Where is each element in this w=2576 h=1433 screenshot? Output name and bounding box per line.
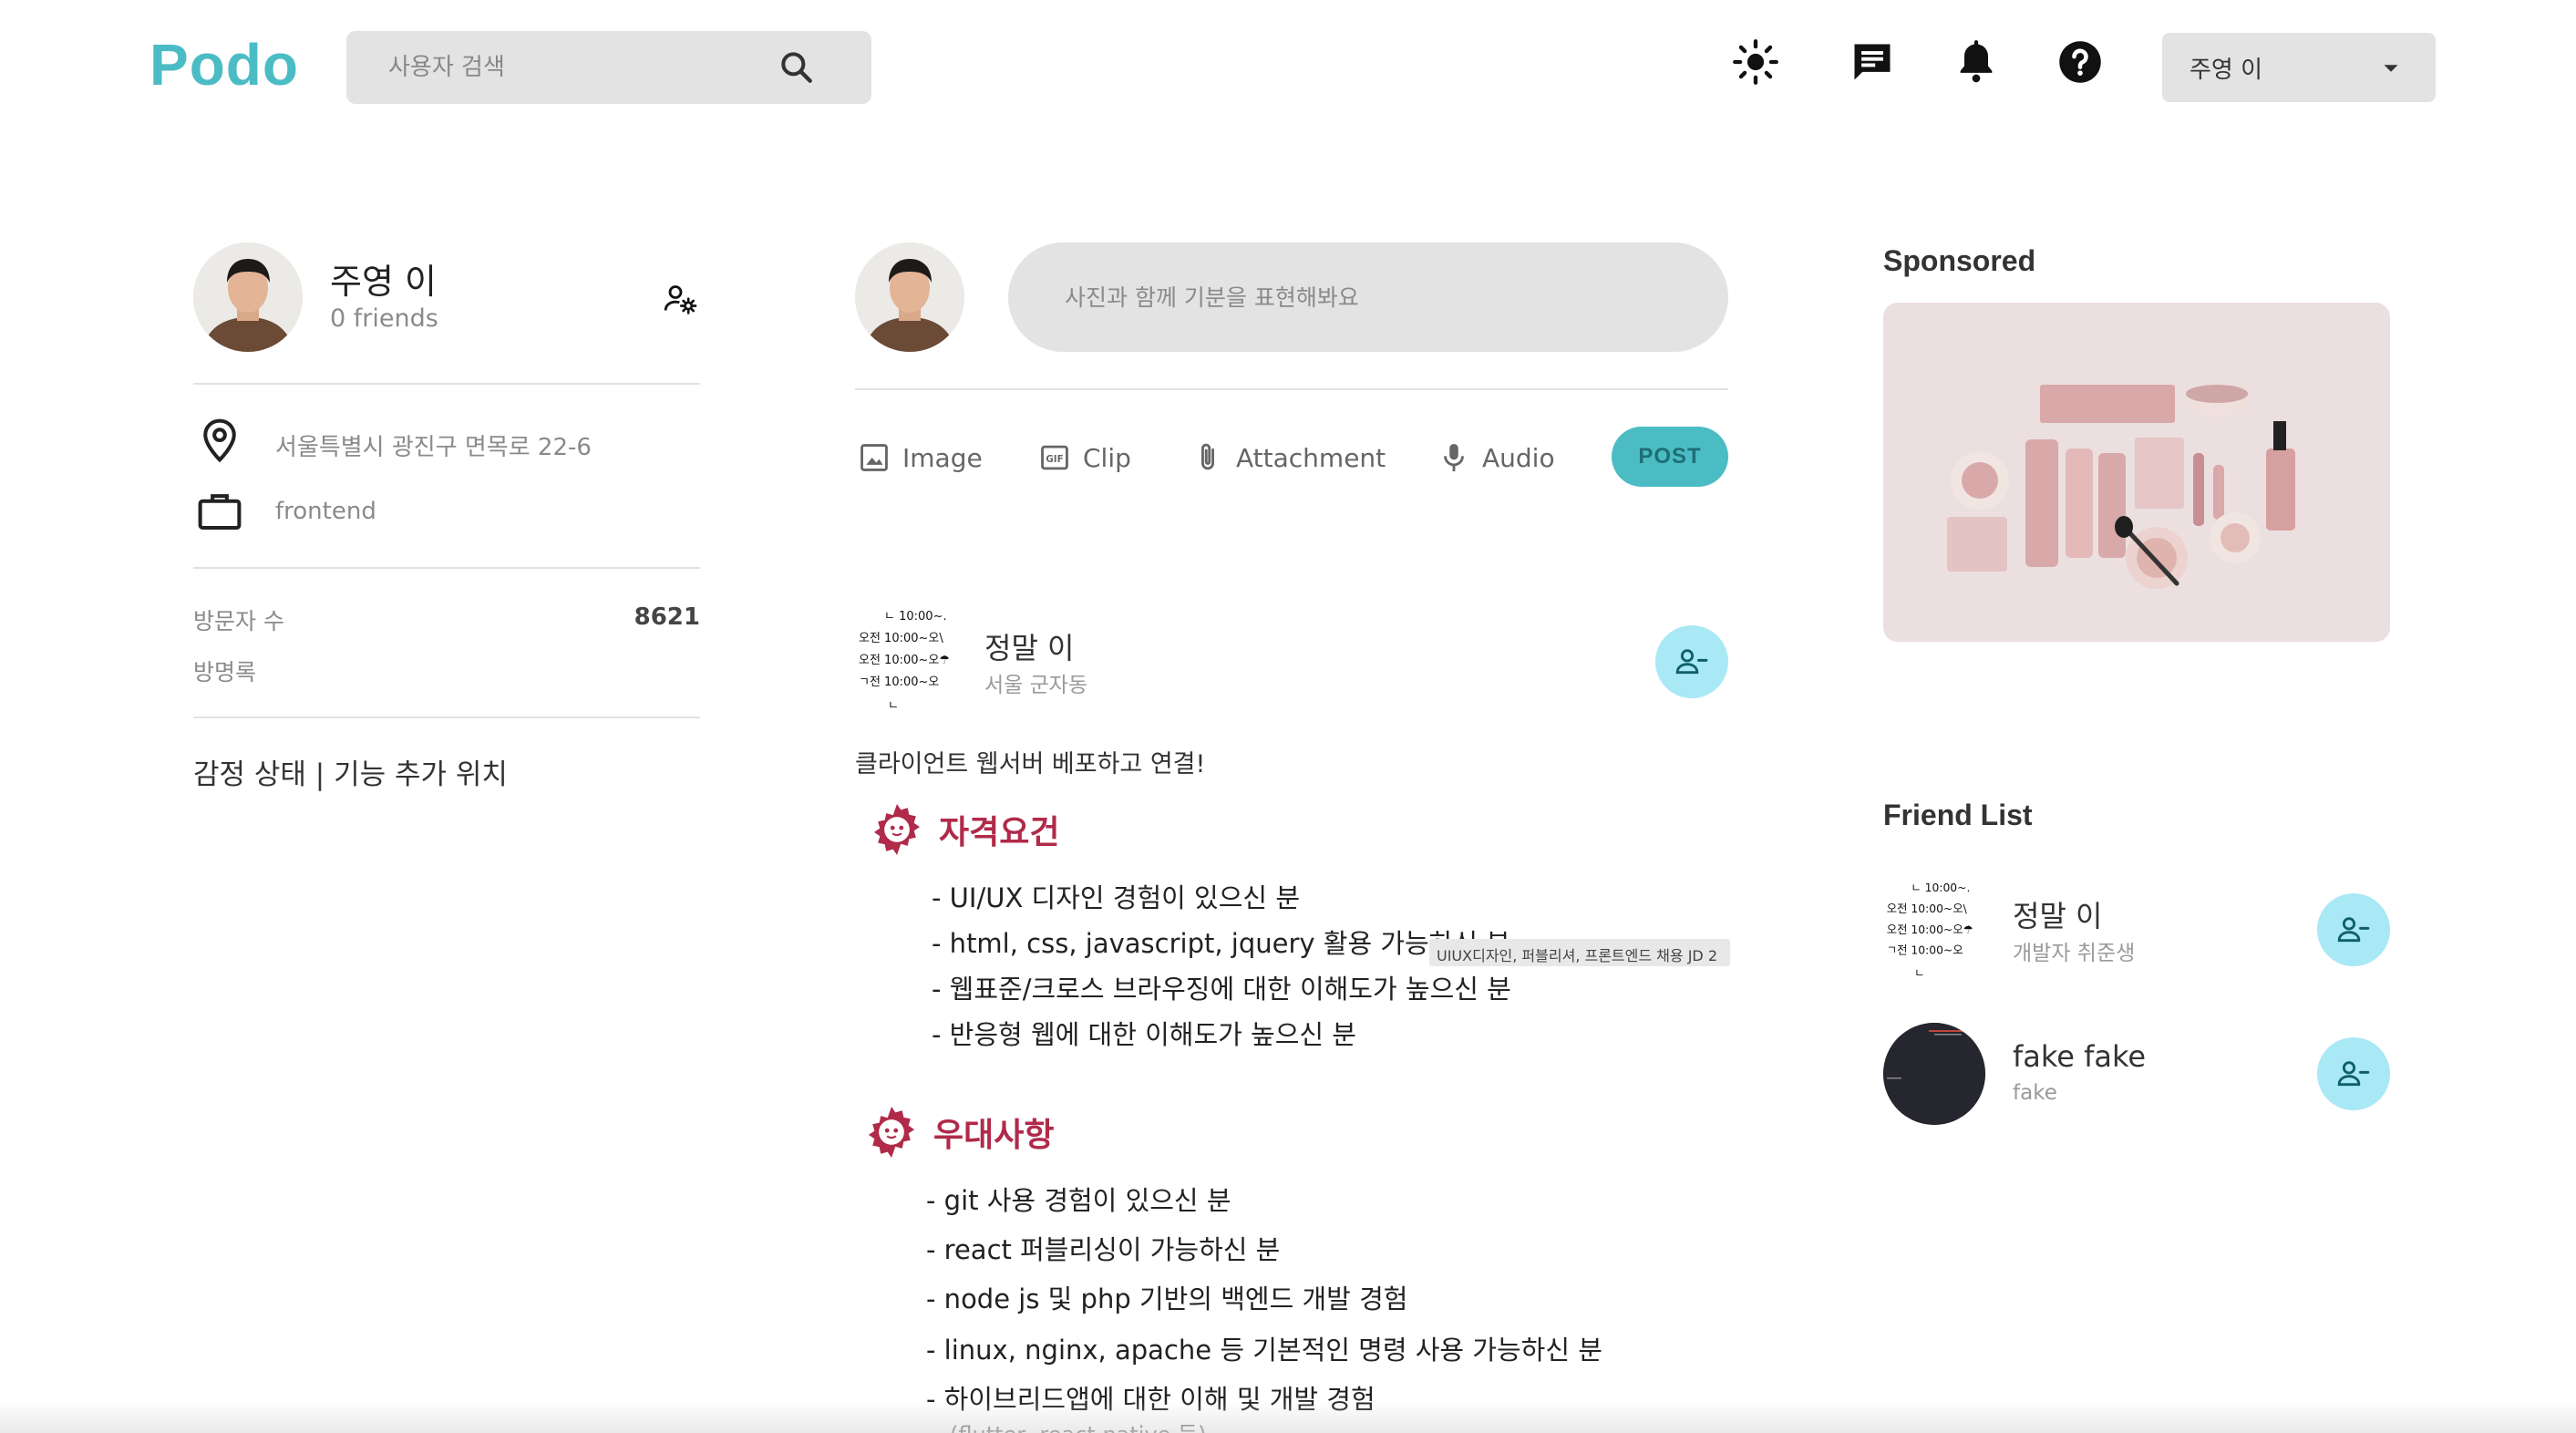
friend-avatar[interactable]: ㄴ 10:00~. 오전 10:00~오\ 오전 10:00~오☂ ㄱ전 10:…: [1883, 879, 1985, 981]
visitors-label: 방문자 수: [193, 608, 284, 634]
profile-divider-1: [193, 383, 700, 385]
profile-divider-2: [193, 567, 700, 569]
compose-avatar[interactable]: [855, 242, 964, 352]
app-logo[interactable]: Podo: [149, 31, 299, 98]
jd-pref-line-3: - node js 및 php 기반의 백엔드 개발 경험: [926, 1284, 1408, 1314]
profile-avatar[interactable]: [193, 242, 303, 352]
user-menu-select[interactable]: 주영 이: [2162, 33, 2436, 102]
visitors-count: 8621: [634, 603, 700, 631]
clip-button[interactable]: GIF Clip: [1037, 438, 1131, 478]
jd-req-line-2: - html, css, javascript, jquery 활용 가능하신 …: [932, 928, 1510, 959]
jd-pref-line-6: (flutter, react native 등): [950, 1417, 1207, 1433]
svg-text:GIF: GIF: [1046, 454, 1063, 465]
jd-req-line-3: - 웹표준/크로스 브라우징에 대한 이해도가 높으신 분: [932, 974, 1511, 1005]
jd-section-preferred: 우대사항: [862, 1103, 1054, 1161]
guestbook-link[interactable]: 방명록: [193, 655, 256, 687]
profile-name: 주영 이: [330, 262, 437, 302]
compose-input[interactable]: [1008, 242, 1728, 352]
post-location: 서울 군자동: [984, 674, 1088, 697]
image-title-tooltip: UIUX디자인, 퍼블리셔, 프론트엔드 채용 JD 2: [1429, 939, 1730, 966]
friend-subtitle: fake: [2013, 1081, 2057, 1105]
post-image[interactable]: 자격요건 - UI/UX 디자인 경험이 있으신 분 - html, css, …: [855, 793, 1730, 1433]
gif-icon: GIF: [1041, 445, 1068, 470]
thumb-line-2: 오전 10:00~오☂: [1887, 923, 1973, 936]
top-navbar: Podo 주영 이: [0, 0, 2576, 137]
help-icon[interactable]: [2056, 38, 2104, 86]
compose-divider: [855, 388, 1728, 390]
remove-friend-button[interactable]: [2317, 893, 2390, 966]
location-icon: [203, 418, 236, 463]
thumb-line-3: ㄱ전 10:00~오: [1887, 944, 1963, 957]
audio-button-label: Audio: [1482, 442, 1555, 473]
jd-pref-line-1: - git 사용 경험이 있으신 분: [926, 1185, 1231, 1216]
thumb-line-4: ㄴ: [888, 699, 899, 711]
friend-avatar[interactable]: [1883, 1023, 1985, 1125]
profile-friends-count: 0 friends: [330, 304, 438, 333]
image-button-label: Image: [902, 442, 983, 473]
post-author-name[interactable]: 정말 이: [984, 625, 1075, 667]
person-remove-icon: [2337, 917, 2370, 943]
thumb-line-0: ㄴ 10:00~.: [884, 610, 947, 624]
sponsored-ad-image[interactable]: [1883, 303, 2390, 642]
jd-preferred-title: 우대사항: [933, 1117, 1055, 1154]
profile-location: 서울특별시 광진구 면목로 22-6: [275, 434, 592, 461]
thumb-line-2: 오전 10:00~오☂: [859, 654, 950, 667]
attachment-button[interactable]: Attachment: [1190, 438, 1386, 478]
friend-name[interactable]: fake fake: [2013, 1039, 2146, 1074]
profile-divider-3: [193, 716, 700, 718]
thumb-line-1: 오전 10:00~오\: [1887, 902, 1968, 915]
post-button[interactable]: POST: [1612, 427, 1728, 487]
attachment-button-label: Attachment: [1236, 442, 1386, 473]
attachment-icon: [1201, 443, 1214, 470]
user-search: [346, 31, 871, 104]
thumb-line-4: ㄴ: [1914, 966, 1924, 979]
gear-face-icon: [868, 1107, 915, 1158]
person-remove-icon: [1675, 649, 1708, 675]
person-remove-icon: [2337, 1061, 2370, 1087]
sun-icon[interactable]: [1732, 38, 1779, 86]
jd-pref-line-4: - linux, nginx, apache 등 기본적인 명령 사용 가능하신…: [926, 1335, 1602, 1366]
search-icon[interactable]: [777, 47, 817, 88]
jd-requirements-title: 자격요건: [939, 814, 1060, 851]
mic-icon: [1444, 443, 1464, 472]
audio-button[interactable]: Audio: [1437, 438, 1555, 478]
sponsored-title: Sponsored: [1883, 244, 2036, 277]
jd-pref-line-2: - react 퍼블리싱이 가능하신 분: [926, 1234, 1281, 1265]
current-user-name: 주영 이: [2190, 57, 2263, 84]
manage-accounts-icon[interactable]: [662, 281, 698, 317]
image-button[interactable]: Image: [857, 438, 983, 478]
post-remove-friend-button[interactable]: [1655, 625, 1728, 698]
friend-name[interactable]: 정말 이: [2013, 893, 2103, 935]
briefcase-icon: [198, 494, 242, 531]
thumb-line-1: 오전 10:00~오\: [859, 632, 943, 645]
mood-status: 감정 상태 | 기능 추가 위치: [193, 758, 508, 791]
profile-job: frontend: [275, 498, 376, 525]
image-icon: [860, 444, 888, 471]
post-text: 클라이언트 웹서버 베포하고 연결!: [855, 750, 1206, 778]
friend-list-title: Friend List: [1883, 799, 2033, 831]
friend-subtitle: 개발자 취준생: [2013, 942, 2136, 965]
post-author-avatar[interactable]: ㄴ 10:00~. 오전 10:00~오\ 오전 10:00~오☂ ㄱ전 10:…: [855, 609, 963, 711]
gear-face-icon: [873, 804, 921, 855]
jd-section-requirements: 자격요건: [868, 800, 1059, 859]
jd-pref-line-5: - 하이브리드앱에 대한 이해 및 개발 경험: [926, 1384, 1376, 1415]
thumb-line-0: ㄴ 10:00~.: [1911, 881, 1970, 894]
search-input[interactable]: [388, 49, 771, 86]
bell-icon[interactable]: [1953, 38, 2000, 86]
remove-friend-button[interactable]: [2317, 1037, 2390, 1110]
clip-button-label: Clip: [1083, 442, 1131, 473]
jd-req-line-4: - 반응형 웹에 대한 이해도가 높으신 분: [932, 1019, 1356, 1050]
chat-icon[interactable]: [1849, 38, 1896, 86]
thumb-line-3: ㄱ전 10:00~오: [859, 675, 939, 689]
jd-req-line-1: - UI/UX 디자인 경험이 있으신 분: [932, 882, 1300, 913]
caret-down-icon: [2384, 65, 2398, 72]
